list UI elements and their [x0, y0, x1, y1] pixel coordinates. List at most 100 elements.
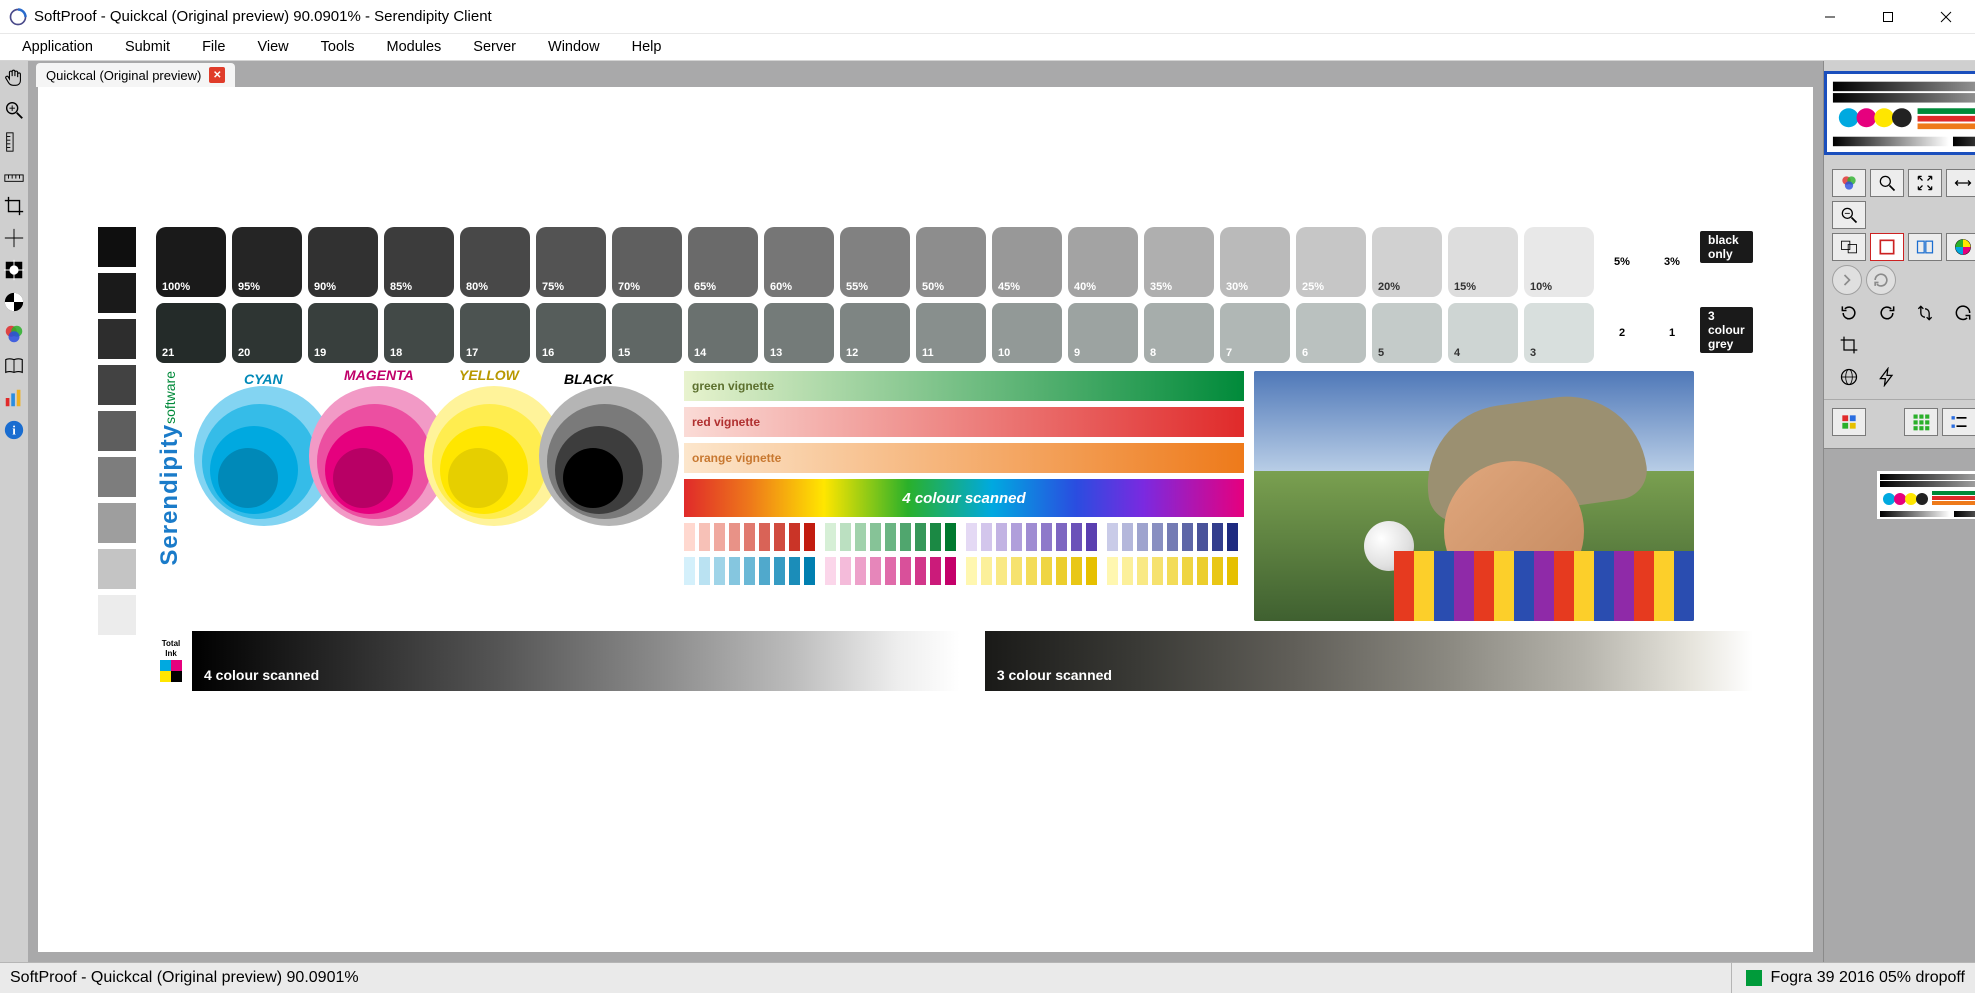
- target-a-tool[interactable]: [0, 256, 28, 284]
- gray-step: [98, 411, 136, 451]
- ruler-horizontal-tool[interactable]: [0, 160, 28, 188]
- document-tab[interactable]: Quickcal (Original preview) ✕: [36, 63, 235, 87]
- menu-modules[interactable]: Modules: [370, 35, 457, 59]
- black-swatch: 50%: [916, 227, 986, 297]
- step-row-cyan: [684, 557, 1244, 585]
- step-swatch: [1041, 523, 1052, 551]
- black-swatch: 20%: [1372, 227, 1442, 297]
- black-swatch: 75%: [536, 227, 606, 297]
- step-swatch: [870, 557, 881, 585]
- step-swatch: [1167, 523, 1178, 551]
- split-view-button[interactable]: [1908, 233, 1942, 261]
- target-b-tool[interactable]: [0, 288, 28, 316]
- right-tools-row-2: %: [1824, 231, 1975, 263]
- step-swatch: [966, 523, 977, 551]
- step-swatch: [729, 557, 740, 585]
- fit-both-button[interactable]: [1908, 169, 1942, 197]
- maximize-button[interactable]: [1859, 0, 1917, 33]
- view-list-button[interactable]: [1942, 408, 1975, 436]
- step-swatch: [1071, 523, 1082, 551]
- rotate-cw-button[interactable]: [1832, 299, 1866, 327]
- grey-swatch: 7: [1220, 303, 1290, 363]
- step-swatch: [855, 557, 866, 585]
- tab-close-icon[interactable]: ✕: [209, 67, 225, 83]
- left-gray-column: [98, 227, 136, 691]
- black-swatch: 60%: [764, 227, 834, 297]
- menu-tools[interactable]: Tools: [305, 35, 371, 59]
- step-swatch: [1122, 557, 1133, 585]
- ruler-vertical-tool[interactable]: [0, 128, 28, 156]
- menu-application[interactable]: Application: [6, 35, 109, 59]
- three-colour-grey-label: 3 colour grey: [1700, 307, 1753, 353]
- red-vignette: red vignette: [684, 407, 1244, 437]
- total-ink-label-b: Ink: [165, 650, 177, 658]
- zoom-out-button[interactable]: [1832, 201, 1866, 229]
- step-swatch: [684, 557, 695, 585]
- crop-action-button[interactable]: [1832, 331, 1866, 359]
- crosshair-tool[interactable]: [0, 224, 28, 252]
- menu-file[interactable]: File: [186, 35, 241, 59]
- menu-help[interactable]: Help: [616, 35, 678, 59]
- book-tool[interactable]: [0, 352, 28, 380]
- grey-swatch: 19: [308, 303, 378, 363]
- step-swatch: [825, 557, 836, 585]
- view-grid-button[interactable]: [1832, 408, 1866, 436]
- menu-window[interactable]: Window: [532, 35, 616, 59]
- step-swatch: [915, 557, 926, 585]
- swap-button[interactable]: [1908, 299, 1942, 327]
- three-colour-bar: 3 colour scanned: [985, 631, 1753, 691]
- single-view-button[interactable]: [1870, 233, 1904, 261]
- grey-swatch: 14: [688, 303, 758, 363]
- menu-view[interactable]: View: [241, 35, 304, 59]
- info-tool[interactable]: i: [0, 416, 28, 444]
- gray-step: [98, 227, 136, 267]
- bars-tool[interactable]: [0, 384, 28, 412]
- menu-server[interactable]: Server: [457, 35, 532, 59]
- window-controls: [1801, 0, 1975, 33]
- black-swatch: 100%: [156, 227, 226, 297]
- compare-button[interactable]: [1832, 233, 1866, 261]
- rotate-ccw-button[interactable]: [1870, 299, 1904, 327]
- globe-button[interactable]: [1832, 363, 1866, 391]
- menubar: Application Submit File View Tools Modul…: [0, 34, 1975, 61]
- color-tool[interactable]: [0, 320, 28, 348]
- hand-tool[interactable]: [0, 64, 28, 92]
- step-swatch: [1212, 523, 1223, 551]
- sample-photo: [1254, 371, 1694, 621]
- grey-swatch: 13: [764, 303, 834, 363]
- black-swatch: 70%: [612, 227, 682, 297]
- three-colour-grey-row: 212019181716151413121110987654321: [156, 303, 1694, 363]
- close-button[interactable]: [1917, 0, 1975, 33]
- black-swatch: 3%: [1650, 227, 1694, 297]
- canvas-wrap[interactable]: 100%95%90%85%80%75%70%65%60%55%50%45%40%…: [28, 87, 1823, 962]
- channels-button[interactable]: [1832, 169, 1866, 197]
- left-toolbar: i: [0, 61, 28, 962]
- lightning-button[interactable]: [1870, 363, 1904, 391]
- step-swatch: [1011, 557, 1022, 585]
- pages-strip[interactable]: [1824, 448, 1975, 962]
- minimize-button[interactable]: [1801, 0, 1859, 33]
- undo-button[interactable]: [1946, 299, 1975, 327]
- black-swatch: 30%: [1220, 227, 1290, 297]
- grey-swatch: 11: [916, 303, 986, 363]
- grey-swatch: 9: [1068, 303, 1138, 363]
- view-tiles-button[interactable]: [1904, 408, 1938, 436]
- zoom-fit-button[interactable]: [1870, 169, 1904, 197]
- page-thumbnail[interactable]: [1877, 471, 1975, 519]
- navigator-thumbnail[interactable]: [1824, 71, 1975, 155]
- crop-tool[interactable]: [0, 192, 28, 220]
- step-swatch: [714, 557, 725, 585]
- fit-width-button[interactable]: [1946, 169, 1975, 197]
- zoom-tool[interactable]: [0, 96, 28, 124]
- grey-swatch: 21: [156, 303, 226, 363]
- step-swatch: [840, 523, 851, 551]
- nav-forward-button[interactable]: [1832, 265, 1862, 295]
- proof-canvas: 100%95%90%85%80%75%70%65%60%55%50%45%40%…: [38, 87, 1813, 952]
- step-swatch: [945, 523, 956, 551]
- color-wheel-button[interactable]: [1946, 233, 1975, 261]
- step-swatch: [930, 523, 941, 551]
- menu-submit[interactable]: Submit: [109, 35, 186, 59]
- nav-refresh-button[interactable]: [1866, 265, 1896, 295]
- step-swatch: [996, 523, 1007, 551]
- step-swatch: [1026, 523, 1037, 551]
